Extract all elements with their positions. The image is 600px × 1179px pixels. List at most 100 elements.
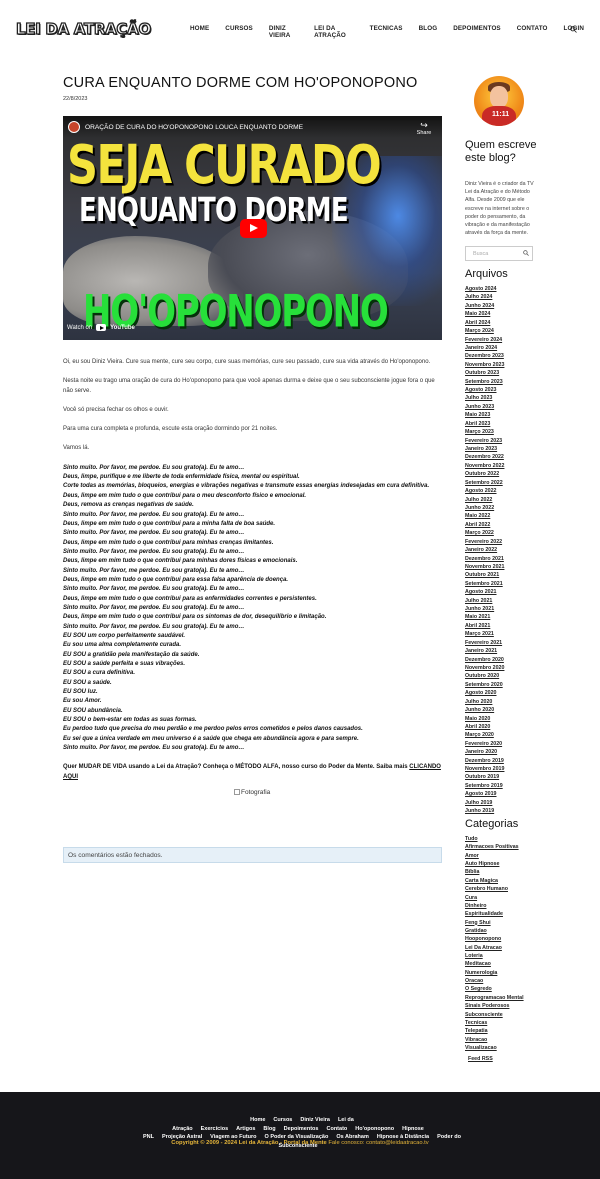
category-link[interactable]: Tecnicas xyxy=(465,1019,540,1027)
category-link[interactable]: Carta Magica xyxy=(465,877,540,885)
nav-lei-da-atracao[interactable]: LEI DA ATRAÇÃO xyxy=(314,25,353,39)
archive-link[interactable]: Fevereiro 2020 xyxy=(465,740,540,748)
category-link[interactable]: Bíblia xyxy=(465,868,540,876)
feed-rss-link[interactable]: Feed RSS xyxy=(468,1056,493,1062)
footer-link[interactable]: Cursos xyxy=(273,1117,292,1123)
nav-depoimentos[interactable]: DEPOIMENTOS xyxy=(453,25,501,39)
nav-blog[interactable]: BLOG xyxy=(419,25,438,39)
search-icon[interactable] xyxy=(523,250,529,256)
watch-on-youtube[interactable]: Watch on YouTube xyxy=(67,324,135,331)
category-link[interactable]: Loteria xyxy=(465,952,540,960)
play-button[interactable] xyxy=(240,219,267,238)
video-title[interactable]: ORAÇÃO DE CURA DO HO'OPONOPONO LOUCA ENQ… xyxy=(85,124,303,131)
archive-link[interactable]: Abril 2021 xyxy=(465,622,540,630)
archive-link[interactable]: Outubro 2019 xyxy=(465,773,540,781)
nav-cursos[interactable]: CURSOS xyxy=(225,25,253,39)
archive-link[interactable]: Setembro 2019 xyxy=(465,782,540,790)
archive-link[interactable]: Fevereiro 2021 xyxy=(465,639,540,647)
archive-link[interactable]: Novembro 2020 xyxy=(465,664,540,672)
archive-link[interactable]: Maio 2024 xyxy=(465,310,540,318)
nav-home[interactable]: HOME xyxy=(190,25,209,39)
category-link[interactable]: Tudo xyxy=(465,835,540,843)
archive-link[interactable]: Julho 2023 xyxy=(465,394,540,402)
archive-link[interactable]: Julho 2022 xyxy=(465,496,540,504)
archive-link[interactable]: Janeiro 2022 xyxy=(465,546,540,554)
archive-link[interactable]: Março 2020 xyxy=(465,731,540,739)
category-link[interactable]: O Segredo xyxy=(465,985,540,993)
video-embed[interactable]: SEJA CURADO ENQUANTO DORME HO'OPONOPONO … xyxy=(63,116,442,340)
archive-link[interactable]: Julho 2019 xyxy=(465,799,540,807)
archive-link[interactable]: Dezembro 2019 xyxy=(465,757,540,765)
archive-link[interactable]: Março 2024 xyxy=(465,327,540,335)
category-link[interactable]: Cerebro Humano xyxy=(465,885,540,893)
archive-link[interactable]: Julho 2024 xyxy=(465,293,540,301)
archive-link[interactable]: Fevereiro 2024 xyxy=(465,336,540,344)
archive-link[interactable]: Junho 2022 xyxy=(465,504,540,512)
archive-link[interactable]: Julho 2020 xyxy=(465,698,540,706)
category-link[interactable]: Visualizacao xyxy=(465,1044,540,1052)
archive-link[interactable]: Setembro 2022 xyxy=(465,479,540,487)
footer-link[interactable]: Exercícios xyxy=(201,1126,229,1132)
archive-link[interactable]: Maio 2020 xyxy=(465,715,540,723)
search-icon[interactable] xyxy=(570,26,577,33)
archive-link[interactable]: Setembro 2023 xyxy=(465,378,540,386)
category-link[interactable]: Telepatia xyxy=(465,1027,540,1035)
footer-link[interactable]: Home xyxy=(250,1117,265,1123)
nav-tecnicas[interactable]: TECNICAS xyxy=(370,25,403,39)
contact-text[interactable]: Fale conosco: contato@leidaatracao.tv xyxy=(328,1140,428,1146)
archive-link[interactable]: Abril 2020 xyxy=(465,723,540,731)
archive-link[interactable]: Fevereiro 2022 xyxy=(465,538,540,546)
archive-link[interactable]: Dezembro 2021 xyxy=(465,555,540,563)
category-link[interactable]: Numerologia xyxy=(465,969,540,977)
archive-link[interactable]: Agosto 2020 xyxy=(465,689,540,697)
channel-avatar[interactable] xyxy=(68,121,80,133)
footer-link[interactable]: Diniz Vieira xyxy=(300,1117,330,1123)
category-link[interactable]: Subconsciente xyxy=(465,1011,540,1019)
category-link[interactable]: Cura xyxy=(465,894,540,902)
category-link[interactable]: Afirmacoes Positivas xyxy=(465,843,540,851)
category-link[interactable]: Oracao xyxy=(465,977,540,985)
archive-link[interactable]: Janeiro 2024 xyxy=(465,344,540,352)
archive-link[interactable]: Janeiro 2021 xyxy=(465,647,540,655)
archive-link[interactable]: Abril 2023 xyxy=(465,420,540,428)
archive-link[interactable]: Junho 2019 xyxy=(465,807,540,815)
archive-link[interactable]: Junho 2020 xyxy=(465,706,540,714)
category-link[interactable]: Dinheiro xyxy=(465,902,540,910)
archive-link[interactable]: Setembro 2021 xyxy=(465,580,540,588)
archive-link[interactable]: Novembro 2021 xyxy=(465,563,540,571)
footer-link[interactable]: Artigos xyxy=(236,1126,255,1132)
footer-link[interactable]: Hipnose xyxy=(402,1126,424,1132)
archive-link[interactable]: Maio 2021 xyxy=(465,613,540,621)
nav-diniz-vieira[interactable]: DINIZ VIEIRA xyxy=(269,25,298,39)
search-input[interactable]: Busca xyxy=(465,246,533,261)
category-link[interactable]: Feng Shui xyxy=(465,919,540,927)
archive-link[interactable]: Agosto 2019 xyxy=(465,790,540,798)
category-link[interactable]: Espiritualidade xyxy=(465,910,540,918)
archive-link[interactable]: Setembro 2020 xyxy=(465,681,540,689)
archive-link[interactable]: Agosto 2021 xyxy=(465,588,540,596)
category-link[interactable]: Vibracao xyxy=(465,1036,540,1044)
category-link[interactable]: Reprogramacao Mental xyxy=(465,994,540,1002)
archive-link[interactable]: Dezembro 2022 xyxy=(465,453,540,461)
archive-link[interactable]: Agosto 2023 xyxy=(465,386,540,394)
category-link[interactable]: Gratidao xyxy=(465,927,540,935)
archive-link[interactable]: Maio 2022 xyxy=(465,512,540,520)
archive-link[interactable]: Outubro 2022 xyxy=(465,470,540,478)
archive-link[interactable]: Janeiro 2020 xyxy=(465,748,540,756)
footer-link[interactable]: Blog xyxy=(263,1126,275,1132)
archive-link[interactable]: Março 2021 xyxy=(465,630,540,638)
category-link[interactable]: Sinais Poderosos xyxy=(465,1002,540,1010)
archive-link[interactable]: Junho 2023 xyxy=(465,403,540,411)
share-button[interactable]: ↪ Share xyxy=(416,121,432,137)
archive-link[interactable]: Dezembro 2020 xyxy=(465,656,540,664)
category-link[interactable]: Auto Hipnose xyxy=(465,860,540,868)
archive-link[interactable]: Novembro 2023 xyxy=(465,361,540,369)
archive-link[interactable]: Abril 2022 xyxy=(465,521,540,529)
archive-link[interactable]: Agosto 2024 xyxy=(465,285,540,293)
archive-link[interactable]: Março 2023 xyxy=(465,428,540,436)
archive-link[interactable]: Dezembro 2023 xyxy=(465,352,540,360)
archive-link[interactable]: Junho 2021 xyxy=(465,605,540,613)
category-link[interactable]: Meditacao xyxy=(465,960,540,968)
archive-link[interactable]: Março 2022 xyxy=(465,529,540,537)
footer-link[interactable]: Contato xyxy=(326,1126,347,1132)
